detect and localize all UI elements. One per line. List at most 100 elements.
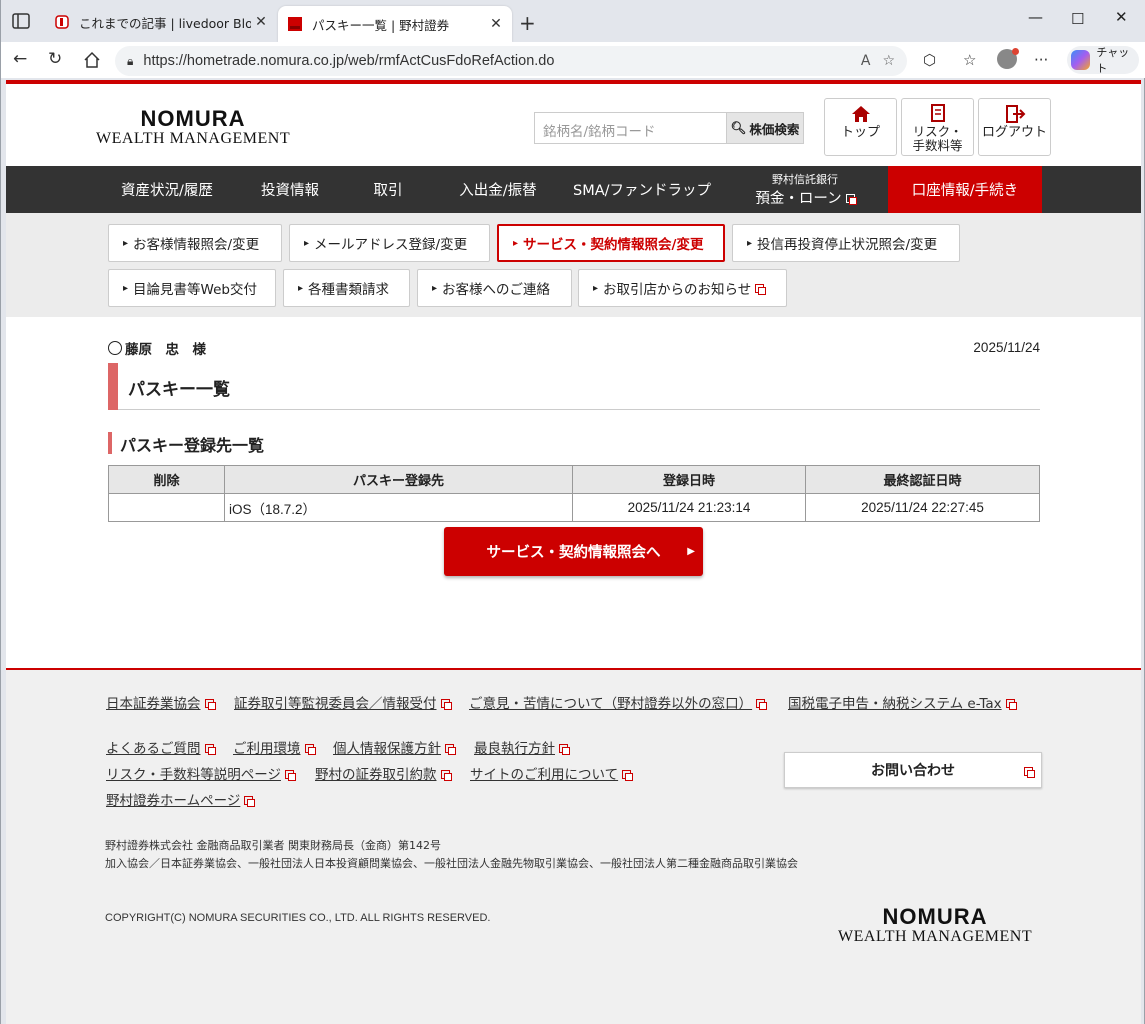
close-icon[interactable]: ✕ bbox=[486, 16, 506, 32]
link-text: ご意見・苦情について（野村證券以外の窓口） bbox=[469, 696, 753, 712]
tab-title: これまでの記事 | livedoor Blog bbox=[79, 15, 251, 31]
copyright: COPYRIGHT(C) NOMURA SECURITIES CO., LTD.… bbox=[105, 912, 491, 924]
footer-link-homepage[interactable]: 野村證券ホームページ bbox=[106, 789, 256, 809]
member-associations: 加入協会／日本証券業協会、一般社団法人日本投資顧問業協会、一般社団法人金融先物取… bbox=[105, 857, 798, 870]
back-icon[interactable]: ← bbox=[13, 49, 27, 69]
tab-title: パスキー一覧 | 野村證券 bbox=[312, 17, 450, 33]
subnav-prospectus[interactable]: 目論見書等Web交付 bbox=[108, 269, 276, 307]
external-link-icon bbox=[1005, 699, 1017, 710]
go-service-contract-button[interactable]: サービス・契約情報照会へ ▶ bbox=[444, 527, 703, 576]
footer-link-etax[interactable]: 国税電子申告・納税システム e-Tax bbox=[788, 692, 1017, 712]
global-nav: 資産状況/履歴 投資情報 取引 入出金/振替 SMA/ファンドラップ 野村信託銀… bbox=[6, 166, 1141, 213]
nomura-logo[interactable]: NOMURA WEALTH MANAGEMENT bbox=[96, 106, 290, 148]
external-link-icon bbox=[756, 699, 768, 710]
lock-icon[interactable]: 🔒︎ bbox=[127, 54, 133, 69]
tab-livedoor[interactable]: これまでの記事 | livedoor Blog ✕ bbox=[45, 6, 277, 38]
gnav-label: 資産状況/履歴 bbox=[121, 183, 213, 199]
gnav-assets[interactable]: 資産状況/履歴 bbox=[96, 166, 238, 213]
copilot-button[interactable]: チャット bbox=[1067, 46, 1139, 75]
footer-link-faq[interactable]: よくあるご質問 bbox=[106, 737, 216, 757]
read-aloud-icon[interactable]: A bbox=[861, 53, 871, 69]
subnav-customer-info[interactable]: お客様情報照会/変更 bbox=[108, 224, 282, 262]
button-label: サービス・契約情報照会へ bbox=[486, 545, 661, 561]
gnav-deposit-withdraw[interactable]: 入出金/振替 bbox=[434, 166, 562, 213]
more-icon[interactable]: ··· bbox=[1034, 51, 1048, 69]
gnav-label: 口座情報/手続き bbox=[911, 183, 1019, 199]
new-tab-icon[interactable]: + bbox=[519, 11, 536, 35]
subnav-label: 目論見書等Web交付 bbox=[133, 282, 257, 298]
external-link-icon bbox=[440, 770, 452, 781]
external-link-icon bbox=[622, 770, 634, 781]
footer-link-risk-fees[interactable]: リスク・手数料等説明ページ bbox=[106, 763, 296, 783]
window-close-icon[interactable]: ✕ bbox=[1115, 8, 1128, 26]
table-row: iOS（18.7.2） 2025/11/24 21:23:14 2025/11/… bbox=[108, 493, 1040, 522]
copilot-label: チャット bbox=[1096, 46, 1130, 75]
top-button[interactable]: トップ bbox=[824, 98, 897, 156]
gnav-label: 投資情報 bbox=[261, 183, 319, 199]
subnav-service-contract[interactable]: サービス・契約情報照会/変更 bbox=[497, 224, 725, 262]
contact-button[interactable]: お問い合わせ bbox=[784, 752, 1042, 788]
gnav-investment-info[interactable]: 投資情報 bbox=[238, 166, 342, 213]
gnav-label: 入出金/振替 bbox=[459, 183, 537, 199]
subnav-label: 各種書類請求 bbox=[308, 282, 390, 298]
address-bar[interactable]: 🔒︎ https://hometrade.nomura.co.jp/web/rm… bbox=[115, 46, 907, 76]
maximize-icon[interactable]: ☐ bbox=[1071, 10, 1084, 28]
footer-link-complaints[interactable]: ご意見・苦情について（野村證券以外の窓口） bbox=[469, 692, 768, 712]
subnav-label: メールアドレス登録/変更 bbox=[314, 237, 468, 253]
link-text: 野村の証券取引約款 bbox=[315, 767, 437, 783]
footer: 日本証券業協会 証券取引等監視委員会／情報受付 ご意見・苦情について（野村證券以… bbox=[6, 668, 1141, 1024]
passkey-table: 削除 パスキー登録先 登録日時 最終認証日時 iOS（18.7.2） 2025/… bbox=[108, 465, 1040, 522]
risk-fee-button-label: リスク・ 手数料等 bbox=[912, 124, 963, 154]
subnav-email[interactable]: メールアドレス登録/変更 bbox=[289, 224, 490, 262]
sidebar-toggle-icon[interactable] bbox=[11, 11, 31, 31]
cell-registered-at: 2025/11/24 21:23:14 bbox=[572, 493, 806, 522]
col-registered-at: 登録日時 bbox=[572, 465, 806, 494]
cell-passkey-target: iOS（18.7.2） bbox=[224, 493, 573, 522]
footer-link-sesc[interactable]: 証券取引等監視委員会／情報受付 bbox=[234, 692, 452, 712]
footer-link-jsda[interactable]: 日本証券業協会 bbox=[106, 692, 216, 712]
browser-window: これまでの記事 | livedoor Blog ✕ パスキー一覧 | 野村證券 … bbox=[0, 0, 1145, 1024]
footer-link-environment[interactable]: ご利用環境 bbox=[233, 737, 316, 757]
link-text: サイトのご利用について bbox=[470, 767, 619, 783]
subnav-branch-news[interactable]: お取引店からのお知らせ bbox=[578, 269, 787, 307]
external-link-icon bbox=[845, 194, 857, 205]
gnav-label: 取引 bbox=[373, 183, 403, 199]
home-icon[interactable] bbox=[83, 51, 101, 69]
subnav-reinvest-stop[interactable]: 投信再投資停止状況照会/変更 bbox=[732, 224, 960, 262]
risk-fee-button[interactable]: リスク・ 手数料等 bbox=[901, 98, 974, 156]
gnav-deposit-loan[interactable]: 野村信託銀行 預金・ローン bbox=[722, 166, 888, 213]
close-icon[interactable]: ✕ bbox=[251, 14, 271, 30]
company-registration: 野村證券株式会社 金融商品取引業者 関東財務局長（金商）第142号 bbox=[105, 839, 441, 852]
tab-passkey[interactable]: パスキー一覧 | 野村證券 ✕ bbox=[278, 6, 512, 42]
favorites-icon[interactable]: ☆ bbox=[963, 51, 976, 69]
extensions-icon[interactable]: ⬡ bbox=[923, 51, 936, 69]
refresh-icon[interactable]: ↻ bbox=[48, 49, 62, 69]
favorite-star-icon[interactable]: ☆ bbox=[882, 53, 895, 69]
subnav-notices-to-customer[interactable]: お客様へのご連絡 bbox=[417, 269, 572, 307]
subnav-label: お取引店からのお知らせ bbox=[603, 282, 752, 298]
gnav-trade[interactable]: 取引 bbox=[342, 166, 434, 213]
link-text: 証券取引等監視委員会／情報受付 bbox=[234, 696, 437, 712]
subnav-label: サービス・契約情報照会/変更 bbox=[523, 237, 704, 253]
footer-link-privacy[interactable]: 個人情報保護方針 bbox=[333, 737, 456, 757]
table-header-row: 削除 パスキー登録先 登録日時 最終認証日時 bbox=[108, 465, 1040, 494]
footer-link-terms[interactable]: 野村の証券取引約款 bbox=[315, 763, 452, 783]
logout-button-label: ログアウト bbox=[981, 125, 1047, 140]
gnav-account-info[interactable]: 口座情報/手続き bbox=[888, 166, 1042, 213]
top-button-label: トップ bbox=[840, 125, 880, 140]
subnav-document-request[interactable]: 各種書類請求 bbox=[283, 269, 410, 307]
stock-search-input[interactable]: 銘柄名/銘柄コード bbox=[534, 112, 726, 144]
logo-tagline: WEALTH MANAGEMENT bbox=[838, 928, 1033, 945]
url-text[interactable]: https://hometrade.nomura.co.jp/web/rmfAc… bbox=[143, 53, 860, 69]
footer-link-site-usage[interactable]: サイトのご利用について bbox=[470, 763, 634, 783]
footer-link-best-execution[interactable]: 最良執行方針 bbox=[474, 737, 570, 757]
gnav-sublabel: 野村信託銀行 bbox=[772, 173, 838, 186]
minimize-icon[interactable]: — bbox=[1028, 8, 1043, 26]
stock-search-button[interactable]: 🔍︎ 株価検索 bbox=[726, 112, 804, 144]
home-icon bbox=[851, 106, 870, 122]
document-icon bbox=[930, 104, 945, 122]
gnav-sma-fundwrap[interactable]: SMA/ファンドラップ bbox=[562, 166, 722, 213]
title-accent-bar bbox=[108, 363, 118, 410]
logout-button[interactable]: ログアウト bbox=[978, 98, 1051, 156]
external-link-icon bbox=[1024, 767, 1035, 778]
